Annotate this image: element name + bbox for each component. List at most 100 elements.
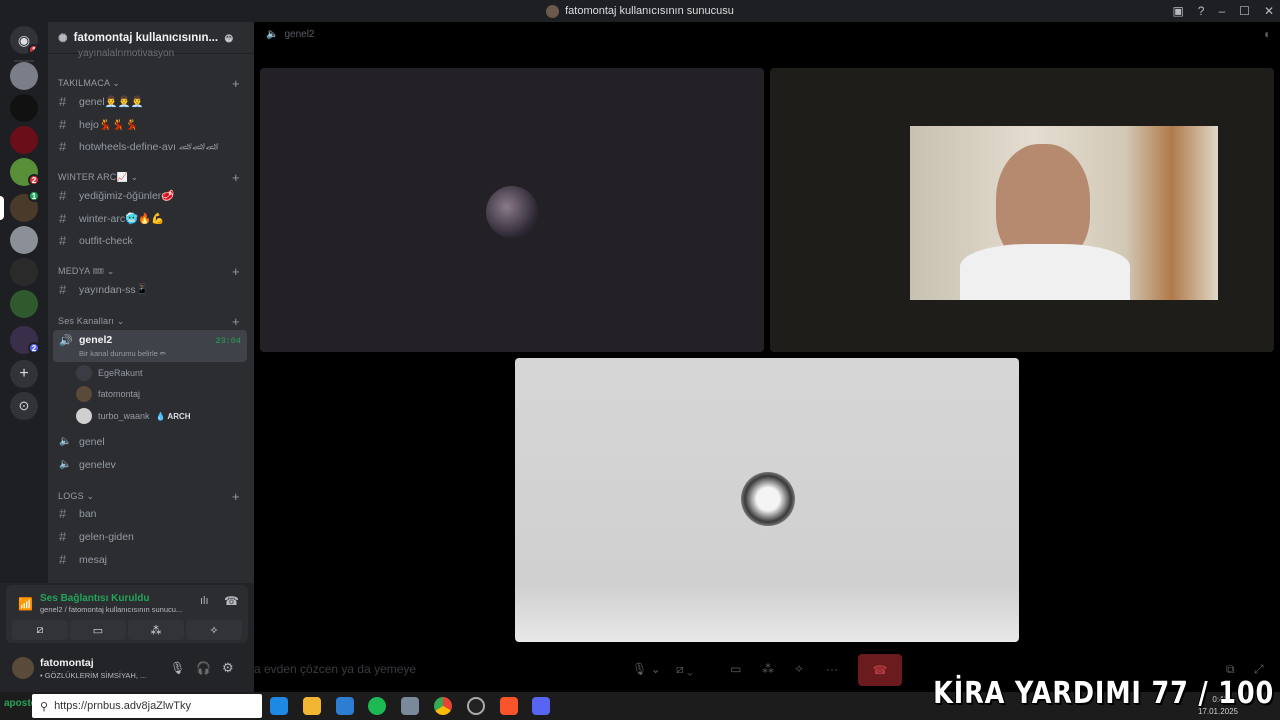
camera-button[interactable]: ⧄ xyxy=(12,620,68,640)
voice-detail[interactable]: genel2 / fatomontaj kullanıcısının sunuc… xyxy=(40,605,190,614)
voice-user-turbo-waank[interactable]: turbo_waank 💧 ARCH xyxy=(76,408,191,424)
voice-stage: 🔈 genel2 ◖ a evden çözcen ya da yemeye 🎙… xyxy=(254,22,1280,692)
add-member-icon[interactable]: ⊕ xyxy=(224,31,234,45)
server-icon-5[interactable] xyxy=(10,226,38,254)
category-winter-arc[interactable]: WINTER ARC📈 ⌄ + xyxy=(58,170,240,185)
screen-share-icon: ▭ xyxy=(92,624,104,637)
user-status: • GÖZLÜKLERİM SİMSİYAH, ... xyxy=(40,671,147,680)
discover-icon[interactable]: ⊙ xyxy=(10,392,38,420)
channel-label: genel xyxy=(79,435,105,448)
channel-title: genel2 xyxy=(284,28,315,40)
hash-icon: # xyxy=(59,529,67,544)
server-icon-3[interactable] xyxy=(10,126,38,154)
voice-status: Ses Bağlantısı Kuruldu xyxy=(40,593,150,604)
server-icon-1[interactable] xyxy=(10,62,38,90)
file-explorer-icon[interactable] xyxy=(303,697,321,715)
channel-hejo[interactable]: # hejo💃💃💃 xyxy=(53,114,247,135)
channel-hotwheels[interactable]: # hotwheels-define-avı 🏎🏎🏎 xyxy=(53,136,247,157)
fullscreen-icon[interactable]: ⤢ xyxy=(1254,662,1264,677)
activities-icon[interactable]: ⁂ xyxy=(762,662,774,676)
avatar xyxy=(76,365,92,381)
add-channel-icon[interactable]: + xyxy=(232,314,240,329)
channel-yayindan-ss[interactable]: # yayından-ss📱 xyxy=(53,279,247,300)
camera-icon[interactable]: ⧄ ⌄ xyxy=(676,662,693,677)
disconnect-icon[interactable]: ☎ xyxy=(224,594,239,608)
category-logs[interactable]: LOGS ⌄ + xyxy=(58,489,240,504)
category-label: TAKILMACA ⌄ xyxy=(58,78,121,88)
speaker-icon: 🔊 xyxy=(59,335,73,347)
window-title: fatomontaj kullanıcısının sunucusu xyxy=(565,5,734,17)
add-channel-icon[interactable]: + xyxy=(232,264,240,279)
chrome-icon[interactable] xyxy=(434,697,452,715)
spotify-icon[interactable] xyxy=(368,697,386,715)
obs-icon[interactable] xyxy=(467,697,485,715)
add-channel-icon[interactable]: + xyxy=(232,489,240,504)
more-icon[interactable]: ··· xyxy=(826,662,838,676)
avatar[interactable] xyxy=(12,657,34,679)
soundboard-icon[interactable]: ✧ xyxy=(794,662,804,676)
noise-suppression-icon[interactable]: ılı xyxy=(200,595,209,607)
brave-icon[interactable] xyxy=(500,697,518,715)
headphones-icon[interactable]: 🎧 xyxy=(196,661,211,675)
category-medya[interactable]: MEDYA 🎟 ⌄ + xyxy=(58,264,240,279)
username[interactable]: fatomontaj xyxy=(40,657,94,669)
add-channel-icon[interactable]: + xyxy=(232,170,240,185)
screen-share-icon[interactable]: ▭ xyxy=(730,662,741,676)
stream-overlay: KİRA YARDIMI 77 / 100 xyxy=(933,676,1274,711)
channel-sidebar: ✺ fatomontaj kullanıcısının... ⌄ ⊕ yayın… xyxy=(48,22,254,583)
avatar xyxy=(486,186,538,238)
soundboard-button[interactable]: ✧ xyxy=(186,620,242,640)
participant-tile-3[interactable] xyxy=(515,358,1019,642)
channel-winter-arc[interactable]: # winter-arc🥶🔥💪 xyxy=(53,208,247,229)
screen-share-button[interactable]: ▭ xyxy=(70,620,126,640)
participant-tile-2[interactable] xyxy=(770,68,1274,352)
participant-tile-1[interactable] xyxy=(260,68,764,352)
inbox-icon[interactable]: ▣ xyxy=(1172,4,1183,18)
store-icon[interactable] xyxy=(336,697,354,715)
cut-channel[interactable]: yayınalalrımotivasyon xyxy=(78,48,174,58)
microphone-icon[interactable]: 🎙 xyxy=(170,661,185,675)
channel-label: gelen-giden xyxy=(79,530,134,543)
title-bar: fatomontaj kullanıcısının sunucusu ▣ ? –… xyxy=(0,0,1280,22)
chat-icon[interactable]: ◖ xyxy=(1263,27,1270,41)
add-server-icon[interactable]: + xyxy=(10,360,38,388)
server-icon-7[interactable] xyxy=(10,290,38,318)
channel-label: winter-arc🥶🔥💪 xyxy=(79,213,165,225)
channel-gelen-giden[interactable]: # gelen-giden xyxy=(53,526,247,547)
channel-genel[interactable]: # genel👨‍💼👨‍💼👨‍💼 xyxy=(53,91,247,112)
channel-mesaj[interactable]: # mesaj xyxy=(53,549,247,570)
search-input[interactable]: ⚲ https://prnbus.adv8jaZlwTky xyxy=(32,694,262,718)
discord-home-icon[interactable]: ◉ 1 xyxy=(10,26,38,54)
server-icon-6[interactable] xyxy=(10,258,38,286)
user-tag: 💧 ARCH xyxy=(155,411,191,421)
webcam-video xyxy=(910,126,1218,300)
server-icon-2[interactable] xyxy=(10,94,38,122)
add-channel-icon[interactable]: + xyxy=(232,76,240,91)
voice-user-fatomontaj[interactable]: fatomontaj xyxy=(76,386,140,402)
minimize-icon[interactable]: – xyxy=(1218,4,1225,18)
edge-icon[interactable] xyxy=(270,697,288,715)
voice-channel-genel2[interactable]: 🔊 genel2 Bir kanal durumu belirle ✏ 23:0… xyxy=(53,330,247,362)
channel-status[interactable]: Bir kanal durumu belirle ✏ xyxy=(79,349,166,358)
channel-outfit-check[interactable]: # outfit-check xyxy=(53,230,247,251)
channel-yedigimiz[interactable]: # yediğimiz-öğünler🥩 xyxy=(53,185,247,206)
channel-ban[interactable]: # ban xyxy=(53,503,247,524)
close-icon[interactable]: ✕ xyxy=(1264,4,1274,18)
category-ses-kanallari[interactable]: Ses Kanalları ⌄ + xyxy=(58,314,240,329)
category-takilmaca[interactable]: TAKILMACA ⌄ + xyxy=(58,76,240,91)
calculator-icon[interactable] xyxy=(401,697,419,715)
gear-icon[interactable]: ⚙ xyxy=(222,660,234,676)
discord-taskbar-icon[interactable] xyxy=(532,697,550,715)
microphone-icon[interactable]: 🎙 ⌄ xyxy=(632,662,661,676)
voice-channel-genelev[interactable]: 🔈 genelev xyxy=(53,454,247,475)
popout-icon[interactable]: ⧉ xyxy=(1226,662,1235,677)
voice-user-name: fatomontaj xyxy=(98,389,141,399)
person-shirt xyxy=(960,244,1130,300)
signal-icon[interactable]: 📶 xyxy=(18,597,33,611)
activities-button[interactable]: ⁂ xyxy=(128,620,184,640)
maximize-icon[interactable]: ☐ xyxy=(1239,4,1250,18)
end-call-button[interactable]: ☎ xyxy=(858,654,902,686)
help-icon[interactable]: ? xyxy=(1198,4,1205,18)
voice-channel-genel[interactable]: 🔈 genel xyxy=(53,431,247,452)
voice-user-egerakunt[interactable]: EgeRakunt xyxy=(76,365,143,381)
